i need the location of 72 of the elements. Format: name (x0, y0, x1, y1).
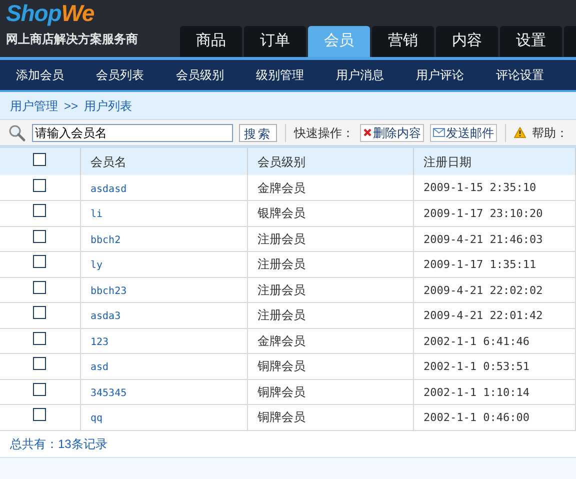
member-level: 注册会员 (258, 282, 306, 297)
registration-date: 2009-1-15 2:35:10 (424, 181, 536, 194)
registration-date: 2009-4-21 21:46:03 (424, 232, 543, 246)
breadcrumb-link[interactable]: 用户管理 (10, 96, 58, 114)
registration-date: 2002-1-1 0:53:51 (424, 360, 530, 373)
checkbox[interactable] (33, 382, 46, 396)
tab[interactable]: 设置 (500, 26, 562, 57)
record-count: 总共有：13条记录 (10, 436, 108, 452)
member-level: 铜牌会员 (258, 359, 306, 374)
tagline: 网上商店解决方案服务商 (6, 32, 138, 46)
logo: ShopWe (6, 0, 96, 26)
registration-date: 2002-1-1 6:41:46 (424, 334, 530, 348)
column-header: 会员级别 (258, 154, 306, 168)
checkbox[interactable] (33, 306, 46, 320)
member-level: 金牌会员 (258, 334, 306, 348)
checkbox[interactable] (33, 178, 46, 192)
checkbox[interactable] (33, 357, 46, 370)
subnav-item[interactable]: 用户消息 (320, 66, 400, 84)
column-header: 会员名 (90, 154, 126, 168)
registration-date: 2009-1-17 1:35:11 (424, 258, 536, 271)
warning-icon (514, 127, 526, 138)
subnav-item[interactable]: 评论设置 (480, 66, 560, 84)
column-header: 注册日期 (424, 154, 472, 168)
member-name-link[interactable]: bbch2 (90, 234, 121, 246)
member-level: 注册会员 (258, 308, 306, 322)
registration-date: 2009-4-21 22:02:02 (424, 284, 543, 296)
member-name-link[interactable]: asd (90, 362, 109, 374)
subnav-item[interactable]: 级别管理 (240, 66, 320, 84)
help-label: 帮助： (532, 124, 568, 142)
subnav-item[interactable]: 用户评论 (400, 66, 480, 84)
subnav-item[interactable]: 添加会员 (0, 66, 80, 84)
send-mail-button[interactable]: 发送邮件 (430, 124, 497, 142)
member-name-link[interactable]: li (90, 209, 103, 220)
checkbox[interactable] (33, 255, 46, 268)
registration-date: 2002-1-1 1:10:14 (424, 386, 530, 398)
member-name-link[interactable]: asda3 (90, 311, 121, 322)
member-name-link[interactable]: ly (90, 260, 103, 272)
breadcrumb-separator: >> (64, 98, 78, 114)
tab[interactable]: 内容 (436, 26, 498, 57)
member-name-link[interactable]: qq (90, 413, 103, 424)
tab[interactable]: 营销 (372, 26, 434, 57)
checkbox[interactable] (33, 280, 46, 294)
checkbox[interactable] (33, 152, 46, 166)
search-field[interactable]: 请输入会员名 (32, 124, 233, 142)
quick-actions-label: 快速操作： (294, 124, 354, 142)
member-name-link[interactable]: asdasd (90, 184, 127, 194)
envelope-icon (433, 128, 445, 137)
breadcrumb-current: 用户列表 (84, 98, 132, 114)
checkbox[interactable] (33, 230, 46, 243)
search-button[interactable]: 搜索 (239, 124, 277, 142)
member-level: 注册会员 (258, 257, 306, 272)
subnav-item[interactable]: 会员级别 (160, 66, 240, 84)
registration-date: 2009-1-17 23:10:20 (424, 207, 543, 220)
member-level: 银牌会员 (258, 206, 306, 220)
checkbox[interactable] (33, 332, 46, 345)
member-level: 铜牌会员 (258, 410, 306, 424)
member-name-link[interactable]: bbch23 (90, 286, 127, 297)
registration-date: 2009-4-21 22:01:42 (424, 309, 543, 322)
tab[interactable]: 商品 (180, 26, 242, 57)
delete-button[interactable]: 删除内容 (360, 124, 424, 142)
member-level: 铜牌会员 (258, 384, 306, 399)
member-level: 注册会员 (258, 232, 306, 246)
member-name-link[interactable]: 345345 (90, 388, 127, 399)
checkbox[interactable] (33, 408, 46, 422)
close-icon (363, 128, 372, 137)
subnav-item[interactable]: 会员列表 (80, 66, 160, 84)
registration-date: 2002-1-1 0:46:00 (424, 411, 530, 424)
search-icon (8, 124, 26, 142)
tab[interactable]: 订单 (244, 26, 306, 57)
member-name-link[interactable]: 123 (90, 336, 109, 348)
checkbox[interactable] (33, 204, 46, 218)
member-level: 金牌会员 (258, 180, 306, 194)
